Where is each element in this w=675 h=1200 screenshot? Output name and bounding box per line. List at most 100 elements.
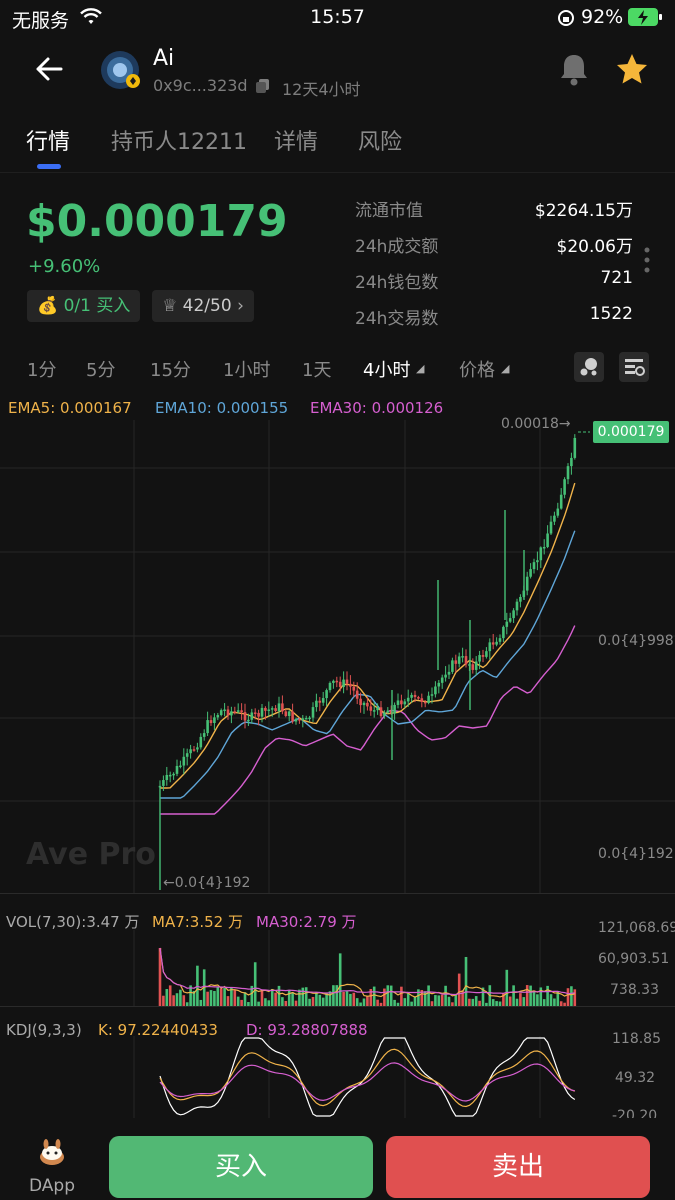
volume-bar (162, 995, 165, 1006)
candles (158, 434, 577, 890)
token-address: 0x9c...323d (153, 76, 248, 95)
token-name: Ai (153, 46, 175, 71)
candle-body (570, 457, 573, 467)
candle-body (369, 706, 373, 711)
volume-bar (372, 986, 376, 1006)
candle-body (277, 703, 281, 711)
timeframe-5m[interactable]: 5分 (86, 356, 115, 382)
candle-body (471, 664, 475, 670)
candle-body (464, 656, 468, 665)
candle-body (512, 610, 515, 619)
candle-body (437, 682, 441, 687)
back-arrow-icon[interactable] (34, 56, 64, 82)
stat-value: $20.06万 (556, 237, 633, 257)
buy-button[interactable]: 买入 (109, 1136, 373, 1198)
copy-icon[interactable] (255, 78, 271, 94)
axis-label-low: 0.0{4}192 (598, 846, 674, 862)
volume-bar (264, 998, 267, 1006)
rank-value: 42/50 (182, 296, 232, 316)
chart-settings-button[interactable] (619, 352, 649, 382)
watermark-text: Ave Pro (26, 837, 156, 872)
volume-bar (311, 996, 315, 1006)
candle-body (192, 749, 196, 751)
candle-body (491, 642, 495, 645)
tab-holders[interactable]: 持币人12211 (111, 124, 247, 156)
more-vertical-icon[interactable] (643, 246, 651, 274)
volume-bar (464, 956, 468, 1006)
timeframe-1h[interactable]: 1小时 (223, 356, 270, 382)
price-toggle[interactable]: 价格 (459, 356, 495, 382)
volume-bar (366, 996, 369, 1006)
dapp-button[interactable]: DApp (26, 1138, 78, 1198)
volume-bar (512, 985, 515, 1006)
volume-bar (386, 985, 390, 1006)
candlestick-chart[interactable]: Ave Pro (0, 420, 675, 895)
candle-body (240, 710, 243, 713)
tab-details[interactable]: 详情 (274, 124, 318, 156)
candle-body (542, 546, 546, 549)
volume-bar (427, 985, 430, 1006)
volume-bar (342, 991, 345, 1006)
ema10-label: EMA10: 0.000155 (155, 399, 289, 417)
candle-body (461, 656, 464, 658)
volume-bar (529, 985, 532, 1006)
volume-bar (277, 985, 281, 1006)
sell-button[interactable]: 卖出 (386, 1136, 650, 1198)
volume-bar (570, 986, 573, 1006)
timeframe-1d[interactable]: 1天 (302, 356, 331, 382)
candle-body (474, 661, 478, 670)
candle-body (349, 683, 352, 687)
candle-body (417, 697, 420, 699)
volume-bar (216, 986, 220, 1006)
indicator-toggle-button[interactable] (574, 352, 604, 382)
candle-body (447, 671, 451, 675)
volume-bar (315, 992, 318, 1006)
candle-body (213, 717, 216, 724)
candle-body (478, 655, 481, 662)
dropdown-triangle-icon: ◢ (501, 362, 510, 375)
candle-body (202, 733, 206, 737)
candle-body (236, 710, 240, 712)
kdj-chart (133, 1036, 576, 1118)
tab-market[interactable]: 行情 (26, 124, 70, 156)
star-icon[interactable] (615, 52, 649, 86)
rank-chip[interactable]: ♕ 42/50 › (152, 290, 254, 322)
candle-body (281, 703, 284, 712)
token-avatar (100, 50, 140, 90)
candle-body (199, 736, 203, 748)
candle-body (553, 515, 556, 522)
timeframe-15m[interactable]: 15分 (150, 356, 191, 382)
volume-bar (209, 990, 213, 1006)
current-price: $0.000179 (26, 196, 288, 247)
candle-body (440, 677, 444, 683)
volume-bar (457, 973, 461, 1006)
bell-icon[interactable] (558, 52, 590, 86)
candle-body (315, 700, 318, 708)
volume-bar (219, 988, 223, 1006)
timeframe-4h[interactable]: 4小时 (363, 356, 410, 382)
buy-chip[interactable]: 💰 0/1 买入 (27, 290, 141, 322)
chevron-right-icon: › (237, 296, 244, 316)
volume-bar (505, 969, 509, 1006)
candle-body (175, 765, 179, 774)
volume-bar (175, 993, 179, 1006)
volume-bar (437, 995, 441, 1006)
candle-body (179, 765, 182, 768)
volume-bar (546, 985, 549, 1006)
candle-body (444, 674, 447, 678)
money-bag-icon: 💰 (37, 296, 59, 316)
candle-body (400, 700, 403, 705)
volume-bar (522, 997, 526, 1006)
candle-body (566, 466, 570, 480)
candle-body (379, 707, 383, 717)
volume-bar (536, 994, 539, 1006)
timeframe-1m[interactable]: 1分 (27, 356, 56, 382)
dapp-label: DApp (28, 1176, 75, 1196)
tab-risk[interactable]: 风险 (358, 124, 402, 156)
candle-body (529, 569, 532, 577)
candle-body (362, 702, 366, 706)
candle-body (338, 681, 342, 687)
volume-bar (182, 995, 186, 1006)
candle-body (525, 576, 529, 591)
volume-ma30-label: MA30:2.79 万 (256, 913, 357, 931)
